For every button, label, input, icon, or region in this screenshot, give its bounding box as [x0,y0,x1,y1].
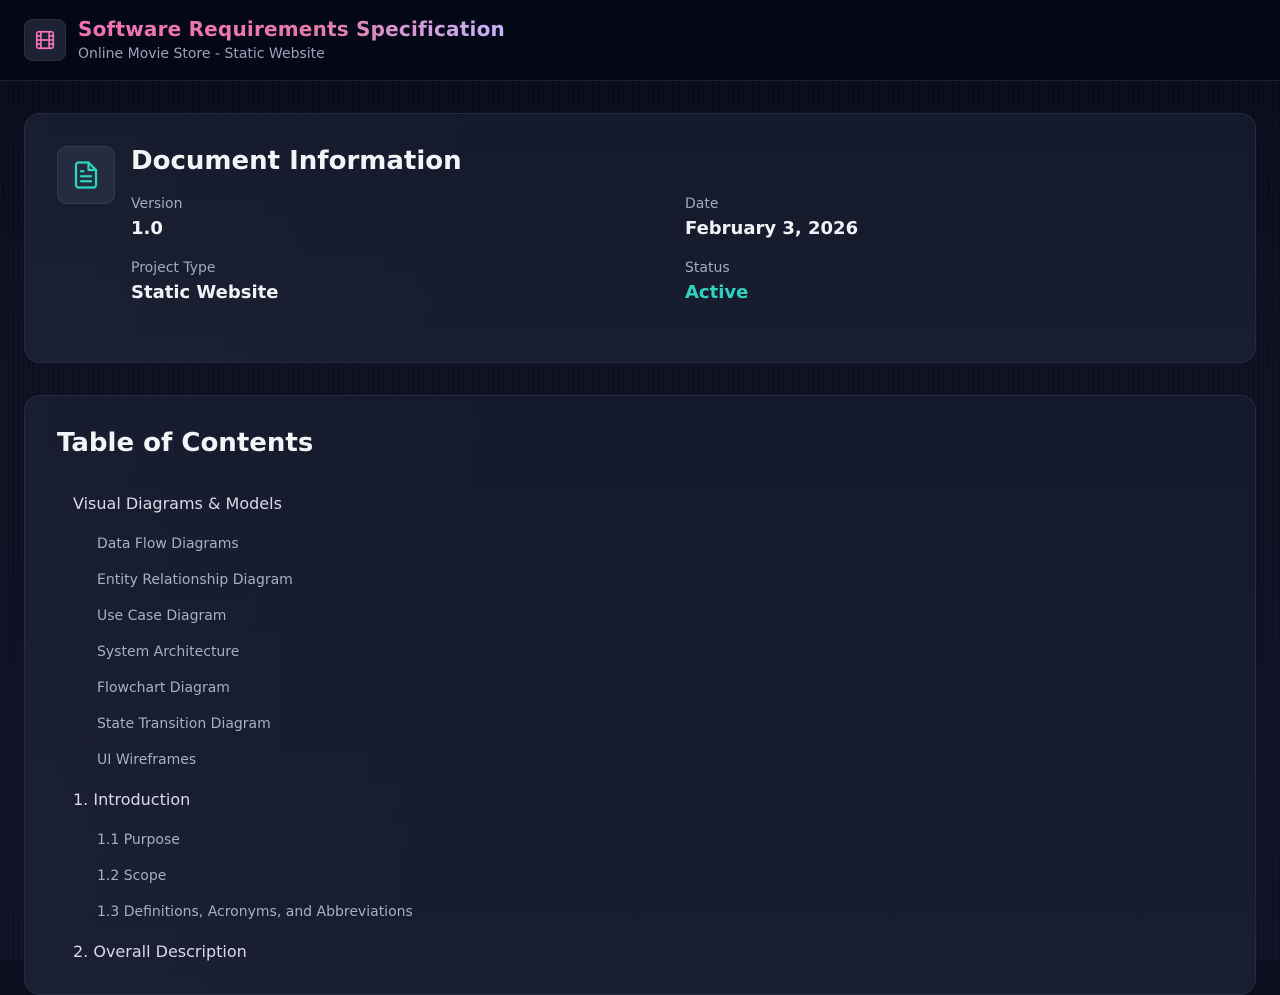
toc-subsection-link[interactable]: Use Case Diagram [73,606,673,626]
status-label: Status [685,260,730,276]
toc-section-link[interactable]: Visual Diagrams & Models [73,492,673,516]
document-information-card: Document Information Version 1.0 Date Fe… [24,113,1256,363]
table-of-contents-card: Table of Contents Visual Diagrams & Mode… [24,395,1256,995]
toc-subsection-link[interactable]: System Architecture [73,642,673,662]
page-subtitle: Online Movie Store - Static Website [78,45,325,62]
document-icon-badge [57,146,115,204]
toc-subsection-link[interactable]: State Transition Diagram [73,714,673,734]
top-header: Software Requirements Specification Onli… [0,0,1280,81]
document-information-heading: Document Information [131,146,462,176]
table-of-contents-heading: Table of Contents [57,428,314,458]
toc-list: Visual Diagrams & Models Data Flow Diagra… [73,492,673,964]
project-type-value: Static Website [131,282,279,303]
toc-subsection-link[interactable]: Flowchart Diagram [73,678,673,698]
status-badge: Active [685,282,749,303]
toc-subsection-link[interactable]: Data Flow Diagrams [73,534,673,554]
version-label: Version [131,196,183,212]
logo-badge [24,19,66,61]
toc-subsection-link[interactable]: 1.1 Purpose [73,830,673,850]
project-type-label: Project Type [131,260,216,276]
version-field: Version 1.0 [131,196,182,239]
page-title: Software Requirements Specification [78,16,505,41]
toc-section-link[interactable]: 2. Overall Description [73,940,673,964]
date-field: Date February 3, 2026 [685,196,858,239]
status-field: Status Active [685,260,748,303]
toc-subsection-link[interactable]: 1.3 Definitions, Acronyms, and Abbreviat… [73,902,673,922]
toc-section-link[interactable]: 1. Introduction [73,788,673,812]
toc-subsection-link[interactable]: 1.2 Scope [73,866,673,886]
toc-subsection-link[interactable]: Entity Relationship Diagram [73,570,673,590]
date-value: February 3, 2026 [685,218,859,239]
toc-subsection-link[interactable]: UI Wireframes [73,750,673,770]
version-value: 1.0 [131,218,163,239]
document-icon [74,161,98,189]
date-label: Date [685,196,719,212]
film-icon [35,30,55,50]
project-type-field: Project Type Static Website [131,260,278,303]
